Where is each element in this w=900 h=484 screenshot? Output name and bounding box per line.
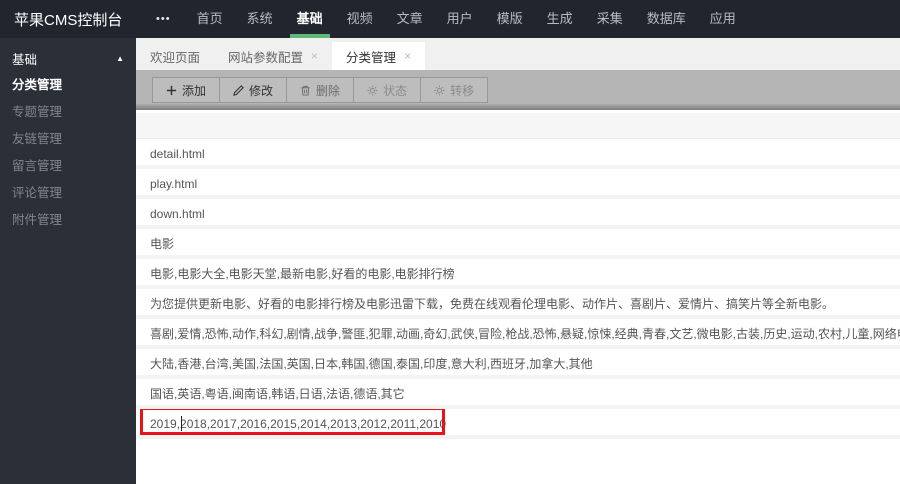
list-item[interactable]: 喜剧,爱情,恐怖,动作,科幻,剧情,战争,警匪,犯罪,动画,奇幻,武侠,冒险,枪…: [136, 319, 900, 349]
list-item[interactable]: down.html: [136, 199, 900, 229]
sidebar-group-basic[interactable]: 基础 ▲: [0, 46, 136, 70]
tab-category-manage[interactable]: 分类管理 ×: [332, 42, 425, 70]
close-icon[interactable]: ×: [404, 49, 411, 63]
list-item[interactable]: 国语,英语,粤语,闽南语,韩语,日语,法语,德语,其它: [136, 379, 900, 409]
topnav-item-user[interactable]: 用户: [437, 0, 483, 38]
empty-row: [136, 113, 900, 139]
collapse-arrow-icon: ▲: [116, 54, 124, 63]
sidebar-item-category-manage[interactable]: 分类管理: [0, 72, 136, 99]
topnav-item-video[interactable]: 视频: [337, 0, 383, 38]
app-title: 苹果CMS控制台: [0, 9, 150, 30]
list-item[interactable]: 电影: [136, 229, 900, 259]
toolbar: 添加 修改 删除 状态 转移: [136, 70, 900, 110]
sidebar-item-friendlink-manage[interactable]: 友链管理: [0, 126, 136, 153]
topnav-item-collect[interactable]: 采集: [587, 0, 633, 38]
tab-welcome[interactable]: 欢迎页面: [136, 42, 214, 70]
list-item[interactable]: play.html: [136, 169, 900, 199]
tab-site-params[interactable]: 网站参数配置 ×: [214, 42, 332, 70]
more-icon[interactable]: •••: [156, 13, 171, 25]
status-button[interactable]: 状态: [354, 77, 421, 103]
topnav-item-database[interactable]: 数据库: [637, 0, 696, 38]
edit-button[interactable]: 修改: [220, 77, 287, 103]
toolbar-button-group: 添加 修改 删除 状态 转移: [152, 77, 488, 103]
topnav-item-article[interactable]: 文章: [387, 0, 433, 38]
main-panel: 欢迎页面 网站参数配置 × 分类管理 × 添加 修改: [136, 38, 900, 484]
topnav-item-app[interactable]: 应用: [700, 0, 746, 38]
sidebar-item-message-manage[interactable]: 留言管理: [0, 153, 136, 180]
topbar: 苹果CMS控制台 ••• 首页 系统 基础 视频 文章 用户 模版 生成 采集 …: [0, 0, 900, 38]
close-icon[interactable]: ×: [311, 49, 318, 63]
sidebar-item-comment-manage[interactable]: 评论管理: [0, 180, 136, 207]
text-cursor: [181, 416, 182, 431]
topnav-item-home[interactable]: 首页: [187, 0, 233, 38]
list-item[interactable]: 为您提供更新电影、好看的电影排行榜及电影迅雷下载，免费在线观看伦理电影、动作片、…: [136, 289, 900, 319]
category-list: detail.html play.html down.html 电影 电影,电影…: [136, 110, 900, 439]
topnav-item-template[interactable]: 模版: [487, 0, 533, 38]
topnav-item-system[interactable]: 系统: [237, 0, 283, 38]
sidebar: 基础 ▲ 分类管理 专题管理 友链管理 留言管理 评论管理 附件管理: [0, 38, 136, 484]
sidebar-group-label: 基础: [12, 49, 37, 68]
transfer-button[interactable]: 转移: [421, 77, 488, 103]
delete-button[interactable]: 删除: [287, 77, 354, 103]
plus-icon: [166, 85, 177, 96]
sidebar-item-attachment-manage[interactable]: 附件管理: [0, 207, 136, 234]
gear-icon: [434, 85, 445, 96]
topnav-item-basic[interactable]: 基础: [287, 0, 333, 38]
list-item-years[interactable]: 2019,2018,2017,2016,2015,2014,2013,2012,…: [136, 409, 900, 439]
topnav-item-generate[interactable]: 生成: [537, 0, 583, 38]
list-item[interactable]: 大陆,香港,台湾,美国,法国,英国,日本,韩国,德国,泰国,印度,意大利,西班牙…: [136, 349, 900, 379]
tab-bar: 欢迎页面 网站参数配置 × 分类管理 ×: [136, 38, 900, 70]
sidebar-item-topic-manage[interactable]: 专题管理: [0, 99, 136, 126]
gear-icon: [367, 85, 378, 96]
trash-icon: [300, 85, 311, 96]
list-item[interactable]: detail.html: [136, 139, 900, 169]
pencil-icon: [233, 85, 244, 96]
year-list-text: 2019,2018,2017,2016,2015,2014,2013,2012,…: [150, 417, 446, 431]
list-item[interactable]: 电影,电影大全,电影天堂,最新电影,好看的电影,电影排行榜: [136, 259, 900, 289]
add-button[interactable]: 添加: [152, 77, 220, 103]
